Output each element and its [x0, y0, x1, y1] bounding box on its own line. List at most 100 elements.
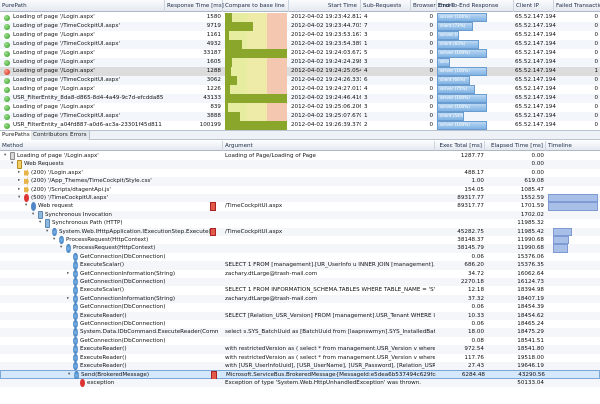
expand-toggle-icon[interactable]: ▸: [67, 270, 72, 278]
tree-row[interactable]: ▾ Synchronous Path (HTTP) 11985.32: [0, 219, 600, 228]
purepath-row[interactable]: Loading of page '/Login.aspx' 1288 2012-04…: [0, 67, 600, 76]
tree-row[interactable]: ExecuteReader() with restrictedVersion as…: [0, 345, 600, 354]
col-failed-transactions[interactable]: Failed Transactions: [554, 0, 600, 12]
sync-invocation-icon: [45, 219, 50, 228]
tree-row[interactable]: GetConnection(DbConnection) 0.06 15376.06: [0, 252, 600, 262]
purepath-row[interactable]: Loading of page '/TimeCockpitUI.aspx' 388…: [0, 112, 600, 121]
col-compare-baseline[interactable]: Compare to base line: [223, 0, 289, 12]
expand-toggle-icon[interactable]: ▾: [39, 219, 44, 227]
expand-toggle-icon[interactable]: ▸: [18, 177, 23, 185]
expand-toggle-icon[interactable]: ▾: [4, 152, 9, 160]
expand-toggle-icon[interactable]: ▸: [18, 169, 23, 177]
tree-row[interactable]: GetConnection(DbConnection) 0.08 18541.51: [0, 336, 600, 346]
status-green-icon: [4, 113, 10, 120]
tree-row[interactable]: ▾ (500) '/TimeCockpitUI.aspx' 89317.77 1552…: [0, 194, 600, 203]
exec-total: 89317.77: [457, 203, 484, 210]
col-purepath[interactable]: PurePath: [0, 0, 165, 12]
argument: SELECT 1 FROM INFORMATION_SCHEMA.TABLES …: [225, 287, 435, 294]
expand-toggle-icon[interactable]: ▸: [18, 186, 23, 194]
purepath-name: Loading of page '/Login.aspx': [13, 32, 95, 38]
method-name: (200) '/App_Themes/TimeCockpit/Style.css…: [31, 178, 152, 185]
expand-toggle-icon[interactable]: ▾: [46, 228, 51, 236]
col-e2e-response[interactable]: End-To-End Response: [437, 0, 514, 12]
col-exec-total[interactable]: Exec Total [ms]: [435, 141, 485, 151]
purepath-row[interactable]: Loading of page '/Login.aspx' 1226 2012-04…: [0, 85, 600, 94]
method-name: Web Requests: [24, 161, 64, 168]
baseline-bar: [225, 22, 253, 31]
timeline: [548, 362, 600, 370]
tree-row[interactable]: GetConnection(DbConnection) 2270.18 16124.…: [0, 278, 600, 287]
expand-toggle-icon[interactable]: ▸: [67, 295, 72, 303]
exec-total: 0.06: [471, 253, 484, 260]
tree-row[interactable]: ▾ Send(BrokeredMessage) Microsoft.ServiceB…: [0, 370, 600, 380]
tree-row[interactable]: GetConnection(DbConnection) 0.06 18465.24: [0, 320, 600, 329]
tree-row[interactable]: ExecuteReader() with restrictedVersion as…: [0, 353, 600, 362]
purepath-row[interactable]: Loading of page '/Login.aspx' 839 2012-04-…: [0, 103, 600, 112]
col-elapsed-time[interactable]: Elapsed Time [ms]: [485, 141, 546, 151]
tree-row[interactable]: ▸ (200) '/App_Themes/TimeCockpit/Style.cs…: [0, 177, 600, 186]
tree-row[interactable]: ▸ GetConnectionInformation(String) zachary…: [0, 269, 600, 278]
tree-row[interactable]: ▸ (200) '/Login.aspx' 488.17 0.00: [0, 168, 600, 178]
tab-purepaths[interactable]: PurePaths: [0, 131, 33, 140]
method-name: GetConnection(DbConnection): [80, 304, 166, 311]
tree-row[interactable]: ExecuteScalar() SELECT 1 FROM [management…: [0, 261, 600, 270]
purepath-row[interactable]: USR_FilterEntity_a04fd887-a0d6-ac3a-2330…: [0, 121, 600, 130]
tree-row[interactable]: ▸ GetConnectionInformation(String) zachary…: [0, 294, 600, 304]
purepath-row[interactable]: Loading of page '/Login.aspx' 1161 2012-04…: [0, 31, 600, 40]
purepath-row[interactable]: Loading of page '/TimeCockpitUI.aspx' 306…: [0, 76, 600, 85]
expand-toggle-icon[interactable]: ▾: [53, 236, 58, 244]
tree-row[interactable]: ▾ ProcessRequest(HttpContext) 38145.79 1199…: [0, 244, 600, 253]
tree-row[interactable]: ▸ (200) '/Scripts/dtagentApi.js' 154.05 108…: [0, 185, 600, 194]
tree-row[interactable]: ▾ ProcessRequest(HttpContext) 38148.37 1199…: [0, 236, 600, 245]
col-sub-requests[interactable]: Sub-Requests: [361, 0, 411, 12]
purepath-row[interactable]: Loading of page '/TimeCockpitUI.aspx' 971…: [0, 22, 600, 31]
col-argument[interactable]: Argument: [223, 141, 435, 151]
tree-row[interactable]: ▾ System.Web.IHttpApplication.IExecutionS…: [0, 227, 600, 236]
method-cell: ▸ (200) '/App_Themes/TimeCockpit/Style.cs…: [0, 177, 222, 186]
tree-row[interactable]: System.Data.IDbCommand.ExecuteReader(Com…: [0, 328, 600, 337]
purepath-row[interactable]: Loading of page '/TimeCockpitUI.aspx' 493…: [0, 40, 600, 49]
expand-toggle-icon[interactable]: ▾: [60, 244, 65, 252]
col-response-time[interactable]: Response Time [ms]: [165, 0, 224, 12]
response-time: 4932: [206, 41, 221, 47]
tab-errors[interactable]: Errors: [68, 131, 90, 140]
elapsed-time: 11990.68: [517, 237, 544, 243]
browser-errors: 0: [429, 23, 433, 29]
col-start-time[interactable]: Start Time: [289, 0, 361, 12]
purepath-row[interactable]: USR_FilterEntity_8da8-d865-8d4-4a49-9c7d…: [0, 94, 600, 103]
expand-toggle-icon[interactable]: ▾: [32, 211, 37, 219]
purepath-name: Loading of page '/Login.aspx': [13, 59, 95, 65]
expand-toggle-icon[interactable]: ▾: [11, 160, 16, 168]
client-ip: 65.52.147.194: [515, 41, 556, 47]
col-timeline[interactable]: Timeline: [546, 141, 600, 151]
response-time: 1288: [206, 68, 221, 74]
tree-row[interactable]: ▾ Web request/TimeCockpitUI.aspx 89317.77 1…: [0, 202, 600, 211]
expand-toggle-icon[interactable]: ▾: [18, 194, 23, 202]
expand-toggle-icon[interactable]: ▾: [25, 202, 30, 210]
method-cell: ▾ Loading of page '/Login.aspx': [0, 152, 222, 161]
tree-row[interactable]: exception Exception of type 'System.Web.H…: [0, 378, 600, 388]
browser-errors: 0: [429, 68, 433, 74]
client-ip: 65.52.147.194: [515, 113, 556, 119]
argument: [225, 169, 435, 177]
method-name: ProcessRequest(HttpContext): [66, 237, 149, 243]
col-method[interactable]: Method: [0, 141, 223, 151]
elapsed-time: 1085.47: [520, 186, 544, 193]
purepath-row[interactable]: Loading of page '/Login.aspx' 33187 2012-0…: [0, 49, 600, 58]
tree-row[interactable]: ▾ Web Requests 0.00: [0, 160, 600, 169]
browser-errors: 0: [429, 59, 433, 65]
e2e-response: server (100%): [437, 13, 487, 22]
tree-row[interactable]: ▾ Loading of page '/Login.aspx' Loading of…: [0, 152, 600, 161]
baseline-compare: [225, 76, 287, 85]
tree-row[interactable]: GetConnection(DbConnection) 0.06 18454.39: [0, 303, 600, 312]
tree-row[interactable]: ▾ Synchronous Invocation 1702.02: [0, 210, 600, 220]
tree-row[interactable]: ExecuteReader() SELECT [Relation_USR_Vers…: [0, 311, 600, 320]
col-browser-errors[interactable]: Browser Errors: [411, 0, 454, 12]
tree-row[interactable]: ExecuteScalar() SELECT 1 FROM INFORMATION…: [0, 286, 600, 295]
purepath-row[interactable]: Loading of page '/Login.aspx' 1580 2012-04…: [0, 13, 600, 22]
tab-contributors[interactable]: Contributors: [31, 131, 71, 140]
method-cell: GetConnection(DbConnection): [0, 303, 222, 312]
tree-row[interactable]: ExecuteReader() with [USR_UserInfoUuid], …: [0, 362, 600, 371]
purepath-row[interactable]: Loading of page '/Login.aspx' 1605 2012-04…: [0, 58, 600, 67]
col-client-ip[interactable]: Client IP: [514, 0, 554, 12]
